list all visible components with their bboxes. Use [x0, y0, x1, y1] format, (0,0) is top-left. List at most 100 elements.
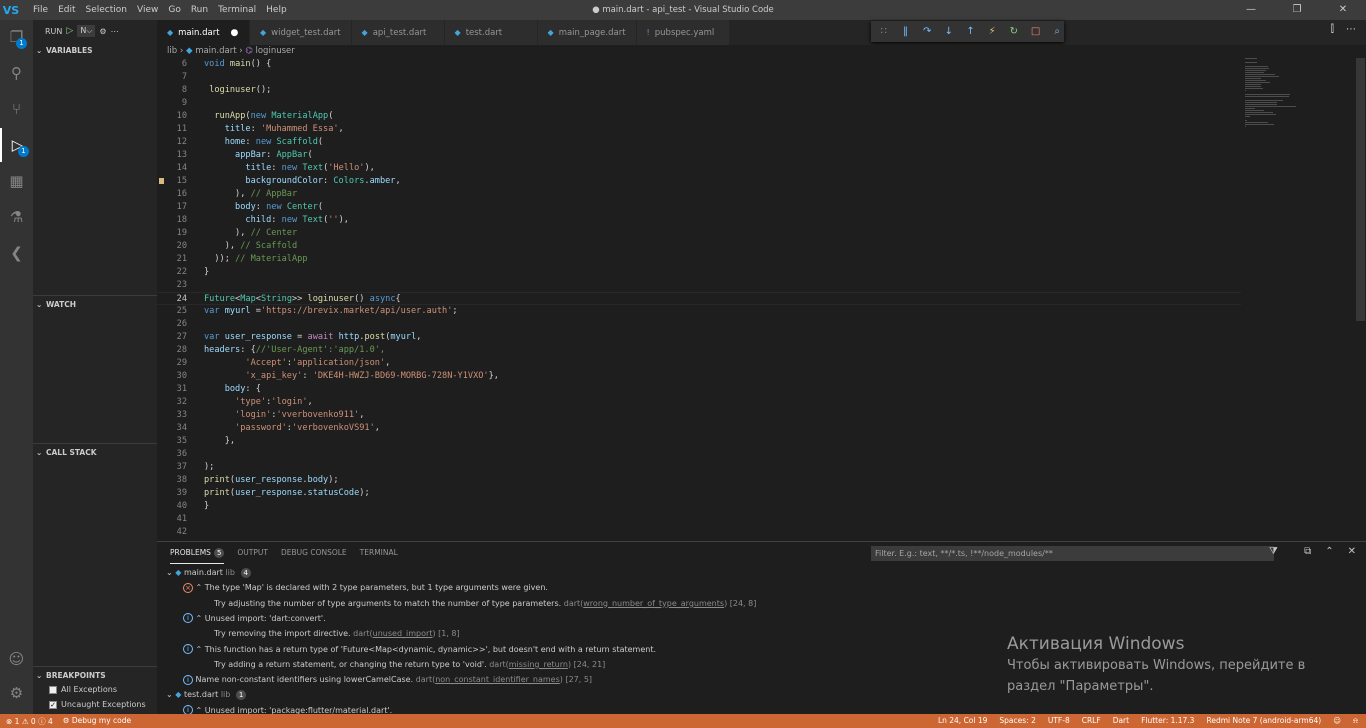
search-icon: ⚲ — [11, 64, 22, 82]
panel-tab-label: PROBLEMS — [170, 548, 211, 557]
menu-item-view[interactable]: View — [132, 0, 163, 20]
minimap-line — [1245, 126, 1246, 127]
variables-section-header[interactable]: ⌄ VARIABLES — [33, 42, 157, 60]
debug-status[interactable]: ⚙ Debug my code — [63, 716, 131, 727]
tab-test-dart[interactable]: ◆ test.dart — [444, 20, 538, 45]
scroll-thumb[interactable] — [1356, 58, 1365, 321]
minimap-line — [1245, 124, 1274, 125]
call-stack-section-header[interactable]: ⌄ CALL STACK — [33, 443, 157, 461]
minimap[interactable] — [1241, 58, 1355, 541]
settings-gear-icon[interactable]: ⚙ — [0, 676, 33, 710]
menu-item-go[interactable]: Go — [163, 0, 185, 20]
menu-item-terminal[interactable]: Terminal — [213, 0, 261, 20]
menu-item-file[interactable]: File — [28, 0, 53, 20]
more-actions-icon[interactable]: ⋯ — [1346, 24, 1356, 35]
status-item[interactable]: Flutter: 1.17.3 — [1141, 716, 1194, 726]
problem-row[interactable]: ⌄ ◆ main.dart lib 4 — [157, 565, 1366, 580]
account-icon[interactable]: ☺ — [0, 642, 33, 676]
breakpoint-all-exceptions[interactable]: All Exceptions — [49, 685, 117, 694]
problem-row[interactable]: Try adjusting the number of type argumen… — [157, 596, 1366, 611]
breadcrumb-folder[interactable]: lib — [167, 46, 177, 56]
explorer-icon[interactable]: ❐ 1 — [0, 20, 33, 54]
status-item[interactable]: Dart — [1113, 716, 1129, 726]
unsaved-dot-icon[interactable]: ● — [231, 28, 239, 38]
breakpoint-uncaught-exceptions[interactable]: ✓ Uncaught Exceptions — [49, 700, 146, 709]
chevron-down-icon: ⌄ — [36, 46, 43, 55]
breadcrumb-symbol[interactable]: loginuser — [256, 46, 295, 56]
tab-widget_test-dart[interactable]: ◆ widget_test.dart — [250, 20, 352, 45]
restart-icon[interactable]: ↻ — [1007, 26, 1021, 37]
search-icon[interactable]: ⚲ — [0, 56, 33, 90]
step-out-icon[interactable]: ↑ — [964, 26, 978, 37]
close-icon[interactable]: ✕ — [1320, 0, 1366, 20]
hot-reload-icon[interactable]: ⚡ — [985, 26, 999, 37]
checkbox[interactable]: ✓ — [49, 700, 57, 709]
source-control-icon[interactable]: ⑂ — [0, 92, 33, 126]
testing-icon[interactable]: ⚗ — [0, 200, 33, 234]
menu-item-help[interactable]: Help — [261, 0, 292, 20]
pause-icon[interactable]: ‖ — [899, 26, 913, 37]
status-item[interactable]: ☺ — [1333, 716, 1341, 726]
filter-icon[interactable]: ⧩ — [1269, 546, 1278, 557]
step-into-icon[interactable]: ↓ — [942, 26, 956, 37]
tab-main_page-dart[interactable]: ◆ main_page.dart — [537, 20, 637, 45]
status-item[interactable]: Redmi Note 7 (android-arm64) — [1206, 716, 1321, 726]
launch-config-select[interactable]: N⌵ — [77, 25, 96, 37]
panel-tab-debug-console[interactable]: DEBUG CONSOLE — [281, 542, 347, 564]
stop-icon[interactable]: □ — [1029, 26, 1043, 37]
problem-message: Unused import: 'dart:convert'. — [204, 613, 326, 623]
code-line: 20 ), // Scaffold — [157, 240, 1241, 253]
menu-item-selection[interactable]: Selection — [81, 0, 132, 20]
panel-tab-problems[interactable]: PROBLEMS 5 — [170, 542, 225, 564]
restore-icon[interactable]: ❐ — [1274, 0, 1320, 20]
editor-tabs: ◆ main.dart ● ◆ widget_test.dart ◆ api_test.da… — [157, 20, 1366, 45]
code-text: body: new Center( — [235, 202, 324, 212]
panel-tab-terminal[interactable]: TERMINAL — [360, 542, 398, 564]
panel-tab-output[interactable]: OUTPUT — [237, 542, 268, 564]
minimap-line — [1245, 106, 1297, 107]
status-bar: ⊗ 1 ⚠ 0 ⓘ 4 ⚙ Debug my code Ln 24, Col 1… — [0, 714, 1366, 728]
breadcrumb: lib › ◆ main.dart › ⌬ loginuser — [157, 45, 1366, 58]
maximize-panel-icon[interactable]: ⌃ — [1325, 546, 1333, 557]
code-line: 42 — [157, 526, 1241, 539]
line-number: 28 — [176, 345, 187, 355]
tab-label: main_page.dart — [558, 27, 626, 38]
split-editor-icon[interactable]: ⫿ — [1331, 24, 1334, 35]
tab-main-dart[interactable]: ◆ main.dart ● — [157, 20, 250, 45]
watch-section-header[interactable]: ⌄ WATCH — [33, 295, 157, 313]
minimize-icon[interactable]: — — [1228, 0, 1274, 20]
breadcrumb-file[interactable]: main.dart — [195, 46, 236, 56]
code-text: ), // Scaffold — [224, 241, 298, 251]
drag-handle-icon[interactable]: ∷ — [877, 26, 891, 37]
run-debug-icon[interactable]: ▷ 1 — [0, 128, 33, 162]
code-line: 25 var myurl ='https://brevix.market/api/… — [157, 305, 1241, 318]
tab-api_test-dart[interactable]: ◆ api_test.dart — [351, 20, 445, 45]
extensions-icon[interactable]: ▦ — [0, 164, 33, 198]
code-editor[interactable]: 6 void main() {7 8 loginuser(); 9 10 runApp(… — [157, 58, 1241, 541]
checkbox[interactable] — [49, 685, 57, 694]
problems-status[interactable]: ⊗ 1 ⚠ 0 ⓘ 4 — [6, 716, 53, 727]
more-actions-icon[interactable]: ⋯ — [111, 27, 119, 36]
close-panel-icon[interactable]: ✕ — [1348, 546, 1356, 557]
status-item[interactable]: ⍾ — [1353, 716, 1358, 726]
menu-item-edit[interactable]: Edit — [53, 0, 80, 20]
code-line: 17 body: new Center( — [157, 201, 1241, 214]
status-item[interactable]: UTF-8 — [1048, 716, 1070, 726]
problem-row[interactable]: × ⌃ The type 'Map' is declared with 2 ty… — [157, 580, 1366, 595]
tab-pubspec-yaml[interactable]: ! pubspec.yaml — [636, 20, 730, 45]
status-item[interactable]: Ln 24, Col 19 — [938, 716, 987, 726]
problems-filter-input[interactable]: Filter. E.g.: text, **/*.ts, !**/node_mo… — [871, 546, 1274, 561]
menu-item-run[interactable]: Run — [186, 0, 213, 20]
status-item[interactable]: CRLF — [1082, 716, 1101, 726]
start-debugging-icon[interactable]: ▷ — [66, 26, 73, 36]
flutter-icon[interactable]: ❮ — [0, 236, 33, 270]
editor-scrollbar[interactable] — [1355, 58, 1366, 541]
step-over-icon[interactable]: ↷ — [920, 26, 934, 37]
devtools-search-icon[interactable]: ⌕ — [1050, 26, 1064, 37]
notification-badge: 1 — [18, 146, 29, 157]
open-launch-json-icon[interactable]: ⚙ — [99, 27, 106, 36]
breakpoints-section-header[interactable]: ⌄ BREAKPOINTS — [33, 666, 157, 684]
status-item[interactable]: Spaces: 2 — [999, 716, 1035, 726]
problem-row[interactable]: i ⌃ Unused import: 'dart:convert'. — [157, 611, 1366, 626]
collapse-all-icon[interactable]: ⧉ — [1304, 546, 1311, 557]
